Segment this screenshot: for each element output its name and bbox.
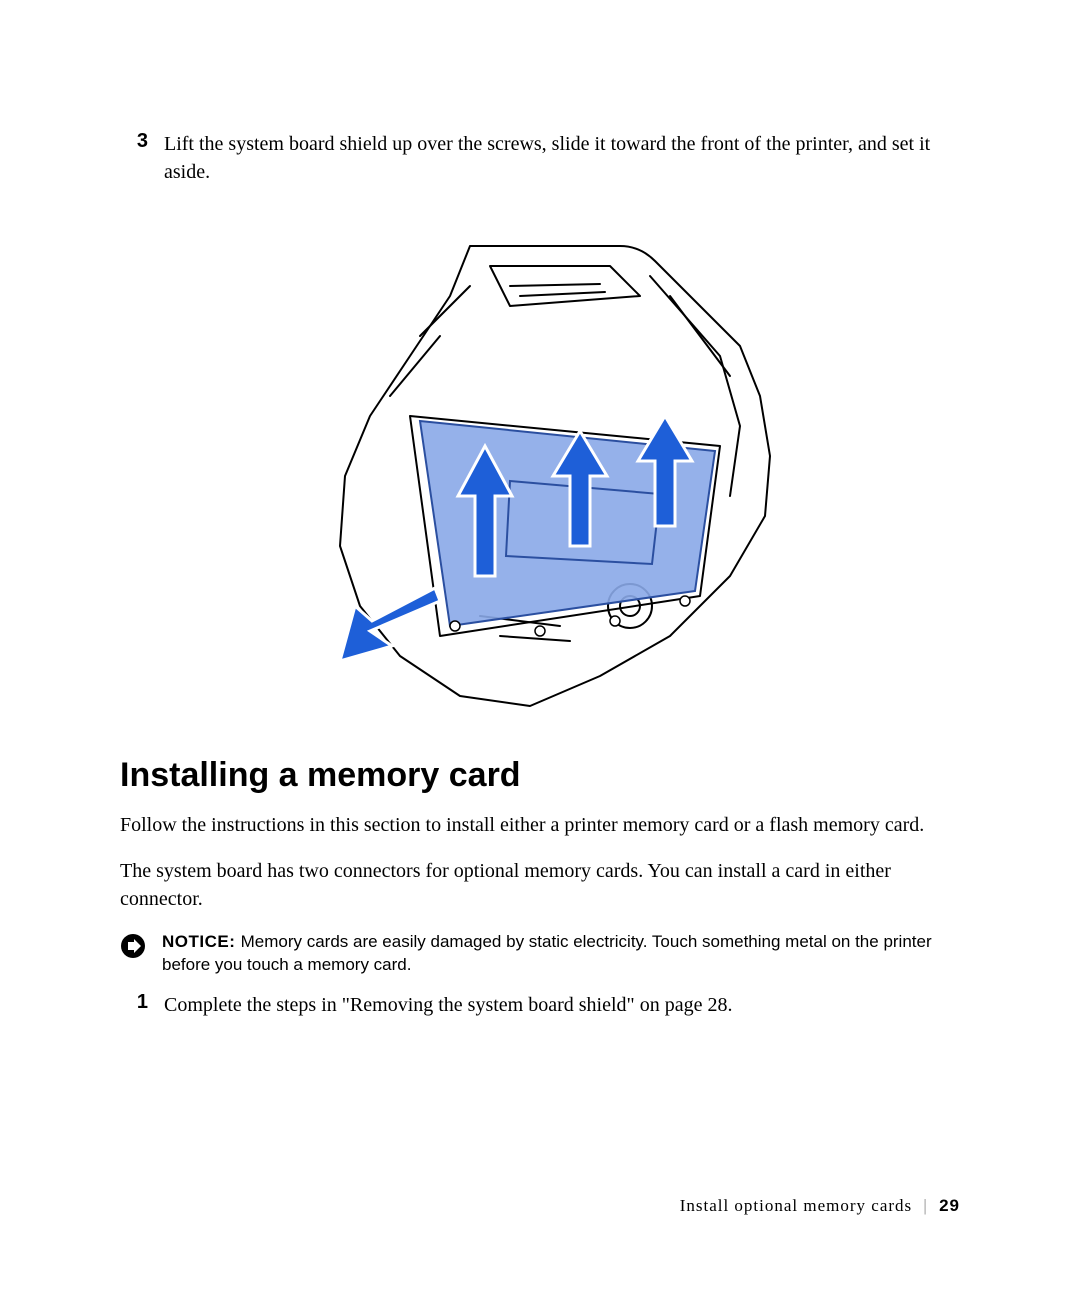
footer-section-title: Install optional memory cards [680, 1196, 912, 1215]
step-text: Complete the steps in "Removing the syst… [164, 991, 960, 1019]
document-page: 3 Lift the system board shield up over t… [0, 0, 1080, 1296]
notice-block: NOTICE: Memory cards are easily damaged … [120, 931, 960, 977]
intro-paragraph-1: Follow the instructions in this section … [120, 811, 960, 839]
step-text: Lift the system board shield up over the… [164, 130, 960, 186]
notice-body: Memory cards are easily damaged by stati… [162, 932, 932, 974]
step-number: 1 [120, 991, 164, 1019]
figure-container [120, 216, 960, 726]
step-1: 1 Complete the steps in "Removing the sy… [120, 991, 960, 1019]
step-number: 3 [120, 130, 164, 186]
page-number: 29 [939, 1196, 960, 1215]
notice-arrow-icon [120, 933, 146, 959]
section-heading: Installing a memory card [120, 756, 960, 795]
printer-illustration [300, 216, 780, 726]
notice-label: NOTICE: [162, 932, 241, 951]
step-3: 3 Lift the system board shield up over t… [120, 130, 960, 186]
footer-separator: | [917, 1196, 933, 1215]
notice-text: NOTICE: Memory cards are easily damaged … [162, 931, 960, 977]
page-footer: Install optional memory cards | 29 [680, 1196, 960, 1216]
intro-paragraph-2: The system board has two connectors for … [120, 857, 960, 913]
